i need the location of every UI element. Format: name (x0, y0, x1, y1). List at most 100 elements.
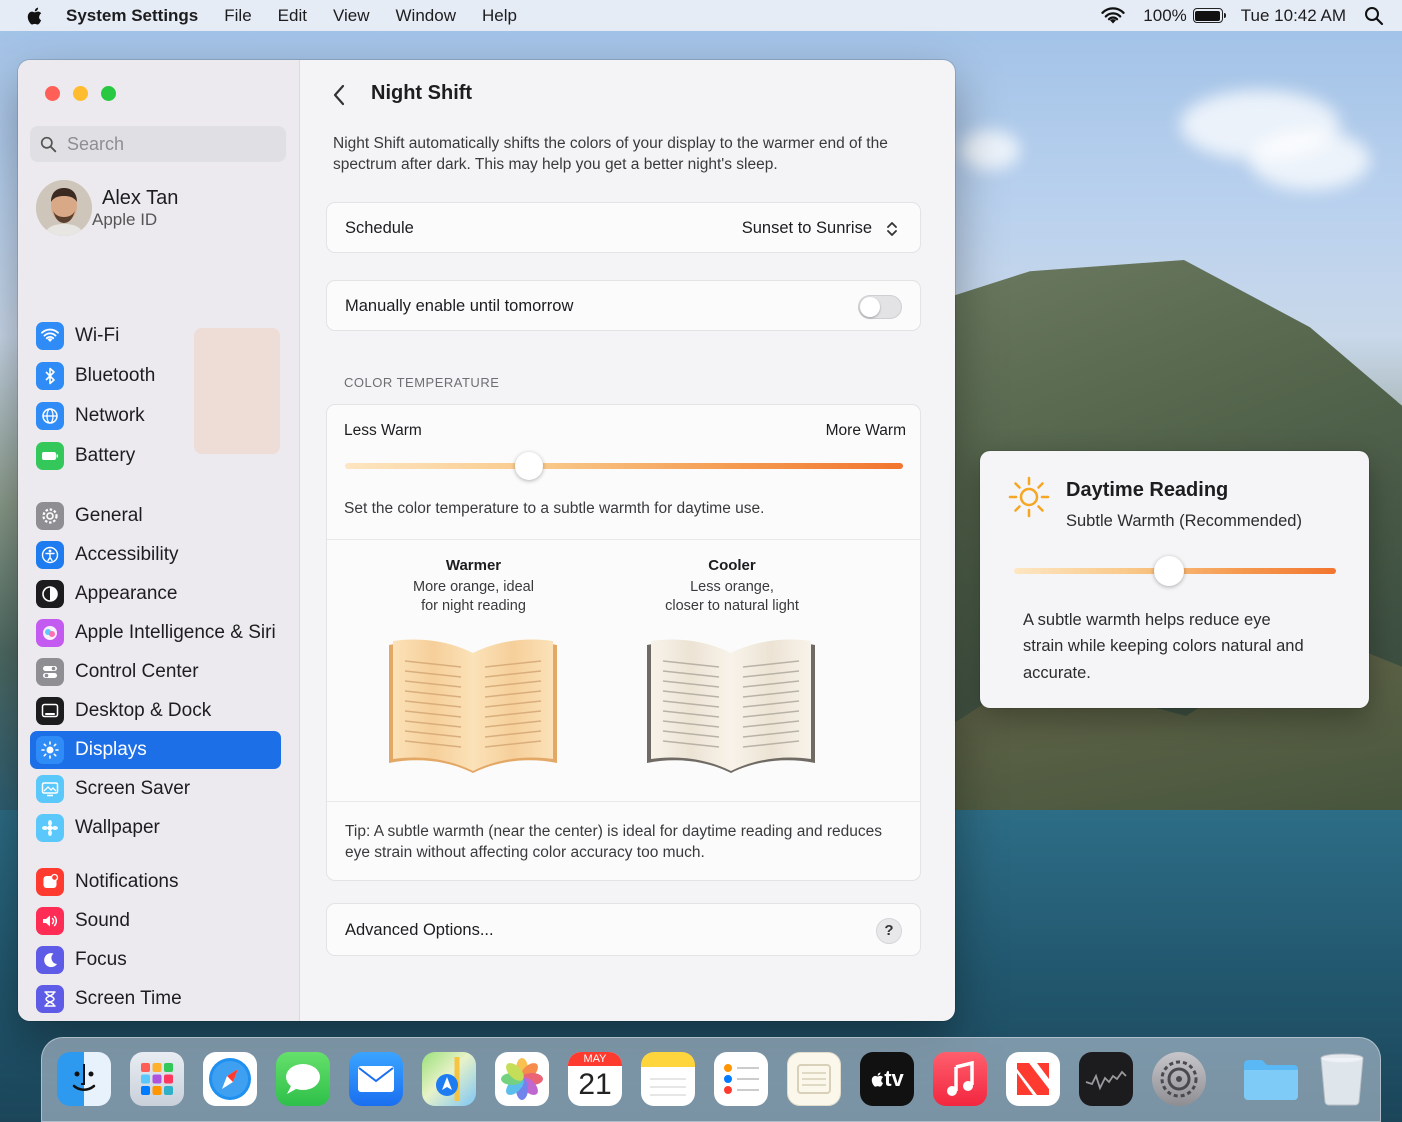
accessibility-icon (36, 541, 64, 569)
sidebar-item-wallpaper[interactable]: Wallpaper (30, 809, 281, 847)
notes-icon (650, 1078, 686, 1096)
menu-view[interactable]: View (333, 6, 370, 26)
search-field[interactable] (30, 126, 286, 162)
menu-window[interactable]: Window (396, 6, 456, 26)
sidebar-item-control-center[interactable]: Control Center (30, 653, 281, 691)
safari-icon (209, 1058, 251, 1100)
schedule-select[interactable]: Sunset to Sunrise (742, 218, 902, 240)
sidebar-item-screen-time[interactable]: Screen Time (30, 980, 281, 1018)
advanced-options-card[interactable]: Advanced Options... ? (326, 903, 921, 956)
sidebar-item-label: Apple Intelligence & Siri (75, 622, 276, 643)
dock-safari[interactable] (203, 1052, 257, 1106)
dock-mail[interactable] (349, 1052, 403, 1106)
schedule-label: Schedule (345, 219, 414, 237)
sidebar-item-label: Accessibility (75, 544, 179, 565)
sidebar-item-notifications[interactable]: Notifications (30, 863, 281, 901)
menu-help[interactable]: Help (482, 6, 517, 26)
battery-percent: 100% (1143, 5, 1187, 25)
siri-icon (36, 619, 64, 647)
mail-icon (358, 1066, 394, 1092)
cool-book-icon (647, 639, 815, 773)
color-temperature-card: Less Warm More Warm Set the color temper… (326, 404, 921, 881)
panel-warmth-slider-knob[interactable] (1153, 556, 1184, 586)
sidebar-item-label: Sound (75, 910, 130, 931)
dock-folder[interactable] (1242, 1052, 1300, 1106)
folder-icon (1244, 1060, 1298, 1100)
color-temperature-slider[interactable] (345, 463, 903, 469)
dock-photos[interactable] (495, 1052, 549, 1106)
temperature-caption: Set the color temperature to a subtle wa… (344, 500, 765, 517)
settings-window: Alex Tan Apple ID Wi-Fi Bluetooth Network B… (18, 60, 955, 1021)
sidebar-item-battery[interactable]: Battery (30, 437, 281, 475)
page-title: Night Shift (371, 82, 473, 104)
back-button[interactable] (329, 82, 351, 108)
dock-news[interactable] (1006, 1052, 1060, 1106)
sidebar-item-sound[interactable]: Sound (30, 902, 281, 940)
profile-name: Alex Tan (102, 186, 179, 209)
menu-app-name[interactable]: System Settings (66, 6, 198, 26)
gear-icon (1160, 1060, 1198, 1098)
apple-id-profile[interactable]: Alex Tan Apple ID (36, 180, 178, 236)
sidebar-item-label: Network (75, 405, 145, 426)
sun-icon (1008, 476, 1050, 518)
avatar (36, 180, 92, 236)
search-input[interactable] (67, 133, 257, 155)
launchpad-icon (141, 1063, 173, 1095)
dock-stocks[interactable] (1079, 1052, 1133, 1106)
dock-notes[interactable] (641, 1052, 695, 1106)
color-temperature-slider-knob[interactable] (515, 452, 544, 480)
dock-freeform[interactable] (787, 1052, 841, 1106)
panel-title: Daytime Reading (1066, 479, 1229, 501)
speaker-icon (36, 907, 64, 935)
spotlight-search-icon[interactable] (1364, 6, 1384, 26)
cooler-title: Cooler (708, 557, 756, 574)
sidebar-item-label: Appearance (75, 583, 178, 604)
hourglass-icon (36, 985, 64, 1013)
wifi-status-icon[interactable] (1101, 6, 1125, 25)
dock-maps[interactable] (422, 1052, 476, 1106)
messages-icon (286, 1064, 320, 1094)
dock-trash[interactable] (1317, 1052, 1367, 1106)
apple-menu-icon[interactable] (24, 6, 44, 26)
color-temperature-label: COLOR TEMPERATURE (344, 375, 500, 390)
sidebar-item-desktop-dock[interactable]: Desktop & Dock (30, 692, 281, 730)
sidebar-item-accessibility[interactable]: Accessibility (30, 536, 281, 574)
sidebar-item-screen-saver[interactable]: Screen Saver (30, 770, 281, 808)
sidebar-item-label: Battery (75, 445, 136, 466)
menu-edit[interactable]: Edit (278, 6, 307, 26)
minimize-button[interactable] (73, 86, 88, 101)
battery-status[interactable]: 100% (1143, 5, 1226, 26)
help-button[interactable]: ? (876, 917, 902, 944)
dock-calendar[interactable]: MAY 21 (568, 1052, 622, 1106)
sidebar-item-displays[interactable]: Displays (30, 731, 281, 769)
screen-saver-icon (36, 775, 64, 803)
sidebar-item-focus[interactable]: Focus (30, 941, 281, 979)
manual-enable-toggle[interactable] (858, 294, 902, 319)
advanced-options-button[interactable]: Advanced Options... (345, 921, 494, 940)
dock-tv[interactable]: tv (860, 1052, 914, 1106)
menu-file[interactable]: File (224, 6, 251, 26)
dock-music[interactable] (933, 1052, 987, 1106)
stocks-chart-icon (1085, 1070, 1127, 1091)
close-button[interactable] (45, 86, 60, 101)
zoom-button[interactable] (101, 86, 116, 101)
sidebar-item-general[interactable]: General (30, 497, 281, 535)
dock-messages[interactable] (276, 1052, 330, 1106)
dock-system-settings[interactable] (1152, 1052, 1206, 1106)
sidebar-item-apple-intelligence-siri[interactable]: Apple Intelligence & Siri (30, 614, 281, 652)
sidebar-item-label: Desktop & Dock (75, 700, 212, 721)
tv-label: tv (884, 1066, 904, 1091)
music-note-icon (947, 1061, 974, 1096)
sidebar-item-appearance[interactable]: Appearance (30, 575, 281, 613)
dock-launchpad[interactable] (130, 1052, 184, 1106)
sidebar-item-label: Displays (75, 739, 147, 760)
dock-reminders[interactable] (714, 1052, 768, 1106)
calendar-day: 21 (578, 1068, 612, 1101)
manual-enable-card: Manually enable until tomorrow (326, 280, 921, 331)
sidebar-item-network[interactable]: Network (30, 397, 281, 435)
sidebar-item-label: Notifications (75, 871, 179, 892)
menu-clock[interactable]: Tue 10:42 AM (1241, 6, 1346, 26)
sidebar-item-bluetooth[interactable]: Bluetooth (30, 357, 281, 395)
sidebar-item-wi-fi[interactable]: Wi-Fi (30, 317, 281, 355)
dock-finder[interactable] (57, 1052, 111, 1106)
